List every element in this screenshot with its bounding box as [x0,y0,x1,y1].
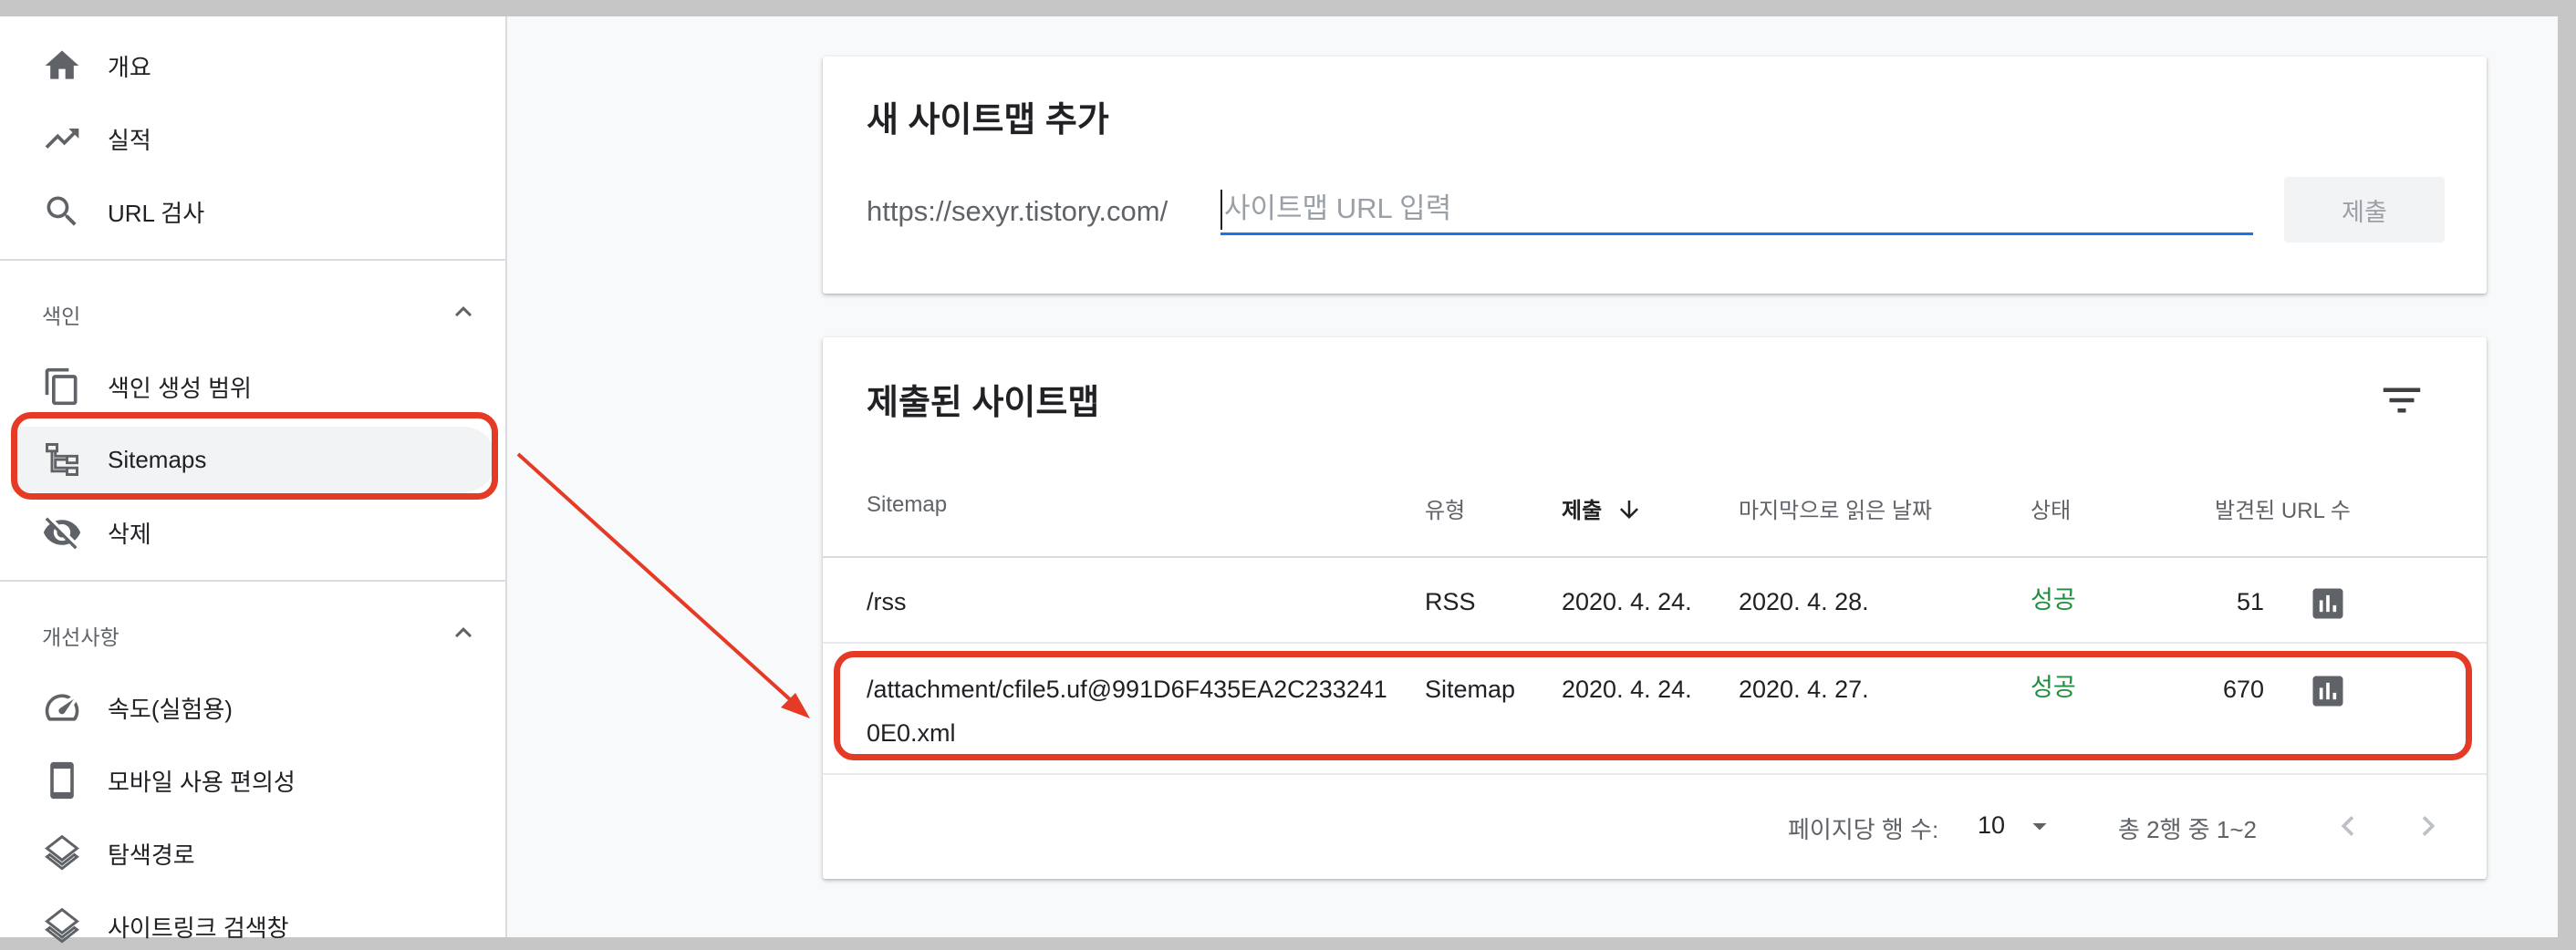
rows-per-page-label: 페이지당 행 수: [1788,816,1939,843]
column-header-status[interactable]: 상태 [2031,492,2071,524]
sidebar-item-performance[interactable]: 실적 [11,106,496,171]
add-sitemap-title: 새 사이트맵 추가 [867,101,1109,139]
speed-icon [42,687,82,728]
add-sitemap-card: 새 사이트맵 추가 https://sexyr.tistory.com/ 제출 [823,57,2487,294]
cell-last-read: 2020. 4. 28. [1739,588,1869,615]
sidebar-item-label: URL 검사 [108,199,205,227]
trending-up-icon [42,119,82,159]
submit-button[interactable]: 제출 [2284,177,2445,243]
submitted-sitemaps-card: 제출된 사이트맵 Sitemap 유형 제출 마지막으로 읽은 날짜 상태 발견… [823,337,2487,879]
text-caret [1220,190,1222,230]
column-header-discovered-urls[interactable]: 발견된 URL 수 [2215,492,2351,524]
sidebar-item-label: 개요 [108,53,151,81]
sidebar-item-speed[interactable]: 속도(실험용) [11,675,496,740]
sidebar-item-label: 색인 생성 범위 [108,374,252,402]
bar-chart-icon[interactable] [2308,583,2348,624]
column-header-last-read[interactable]: 마지막으로 읽은 날짜 [1739,492,1932,524]
pagination-range: 총 2행 중 1~2 [2118,816,2257,843]
row-divider [823,773,2487,775]
chevron-left-icon[interactable] [2328,806,2368,846]
chevron-up-icon [455,627,472,638]
layers-icon [42,906,82,946]
sidebar-item-label: 탐색경로 [108,841,195,869]
url-prefix: https://sexyr.tistory.com/ [867,195,1169,227]
sidebar-item-label: 삭제 [108,520,151,548]
cell-sitemap[interactable]: /rss [867,580,907,624]
cell-status: 성공 [2031,586,2076,614]
sidebar-item-url-inspection[interactable]: URL 검사 [11,179,496,244]
column-header-sitemap[interactable]: Sitemap [867,492,947,518]
dropdown-arrow-icon [2032,823,2047,831]
layers-icon [42,833,82,873]
submitted-sitemaps-title: 제출된 사이트맵 [867,384,1100,422]
cell-type: RSS [1425,588,1476,615]
sidebar-item-label: 실적 [108,126,151,154]
sitemap-url-input[interactable] [1220,184,2253,235]
home-icon [42,46,82,86]
chevron-right-icon[interactable] [2408,806,2448,846]
sidebar-item-breadcrumbs[interactable]: 탐색경로 [11,821,496,886]
row-divider [823,642,2487,644]
visibility-off-icon [42,512,82,552]
sidebar-item-label: 모바일 사용 편의성 [108,768,296,796]
highlight-box-sitemaps [11,412,498,500]
highlight-box-sitemap-row [834,651,2472,760]
cell-submitted: 2020. 4. 24. [1562,588,1692,615]
column-header-submitted[interactable]: 제출 [1562,492,1643,524]
sidebar-divider [0,259,507,261]
sidebar-item-coverage[interactable]: 색인 생성 범위 [11,354,496,419]
sidebar-divider [0,580,507,582]
sidebar-item-label: 속도(실험용) [108,695,233,723]
search-icon [42,191,82,232]
header-divider [823,556,2487,558]
filter-icon[interactable] [2377,376,2426,425]
sidebar-item-sitelinks-searchbox[interactable]: 사이트링크 검색창 [11,893,496,950]
arrow-down-icon [1619,501,1638,519]
smartphone-icon [42,760,82,800]
sidebar-item-label: 사이트링크 검색창 [108,914,289,942]
annotation-arrow [516,452,810,718]
copy-icon [42,367,82,407]
cell-url-count: 51 [2236,588,2264,615]
section-title: 색인 [42,305,81,328]
column-header-label: 제출 [1562,499,1603,523]
sidebar-item-mobile-usability[interactable]: 모바일 사용 편의성 [11,748,496,813]
section-title: 개선사항 [42,625,119,649]
rows-per-page-value: 10 [1978,811,2006,839]
chevron-up-icon [455,306,472,317]
column-header-type[interactable]: 유형 [1425,492,1465,524]
section-header-index[interactable]: 색인 [0,284,507,339]
section-header-enhancements[interactable]: 개선사항 [0,605,507,660]
sidebar-item-overview[interactable]: 개요 [11,33,496,98]
sidebar-item-removals[interactable]: 삭제 [11,500,496,565]
